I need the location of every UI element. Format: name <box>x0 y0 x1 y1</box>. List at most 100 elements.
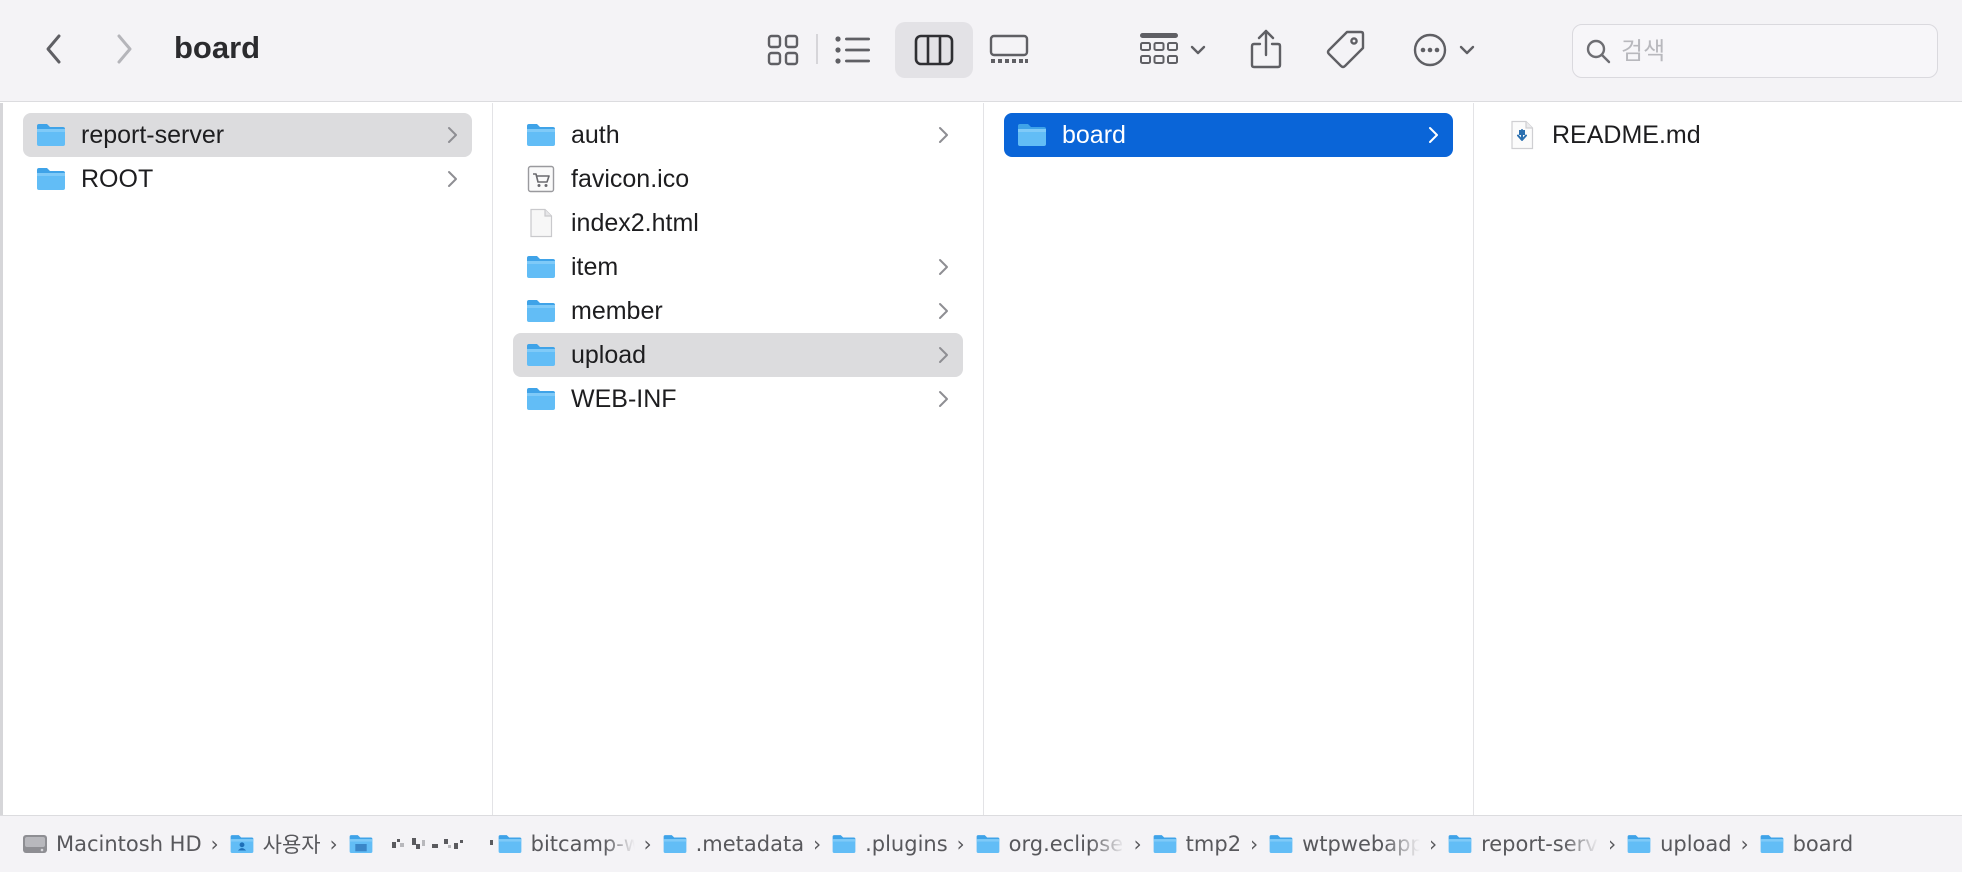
path-item-tmp2[interactable]: tmp2 › <box>1152 832 1268 856</box>
folder-icon <box>975 833 1001 855</box>
chevron-down-icon <box>1459 45 1475 55</box>
column-browser: report-server ROOT auth favicon.ico inde… <box>0 103 1962 815</box>
list-item-favicon[interactable]: favicon.ico <box>513 157 963 201</box>
folder-icon <box>1759 833 1785 855</box>
folder-icon <box>1447 833 1473 855</box>
folder-icon <box>1016 121 1048 149</box>
folder-icon <box>1152 833 1178 855</box>
tag-icon <box>1326 30 1365 69</box>
list-view-button[interactable] <box>822 22 884 78</box>
home-folder-icon <box>348 833 374 855</box>
search-input[interactable] <box>1621 37 1911 65</box>
grid-icon <box>767 34 799 66</box>
group-button[interactable] <box>1130 22 1216 78</box>
gallery-icon <box>989 34 1029 63</box>
path-item-home-redacted[interactable] <box>348 833 497 855</box>
group-grid-icon <box>1140 33 1178 64</box>
document-icon <box>525 208 557 238</box>
chevron-right-icon <box>937 124 951 146</box>
list-item-item[interactable]: item <box>513 245 963 289</box>
folder-icon <box>497 833 523 855</box>
path-bar: Macintosh HD › 사용자 › bitcamp-w › .metada… <box>0 815 1962 872</box>
image-file-icon <box>525 165 557 193</box>
back-button[interactable] <box>30 24 78 74</box>
share-button[interactable] <box>1240 20 1292 78</box>
item-label: item <box>571 252 619 281</box>
search-field[interactable] <box>1572 24 1938 78</box>
path-separator-icon: › <box>1608 832 1617 856</box>
chevron-right-icon <box>937 256 951 278</box>
item-label: WEB-INF <box>571 384 677 413</box>
folder-icon <box>525 385 557 413</box>
path-item-metadata[interactable]: .metadata › <box>662 832 831 856</box>
folder-icon <box>1626 833 1652 855</box>
folder-icon <box>35 165 67 193</box>
folder-icon <box>35 121 67 149</box>
item-label: member <box>571 296 663 325</box>
chevron-left-icon <box>46 34 61 64</box>
item-label: favicon.ico <box>571 164 690 193</box>
path-item-users[interactable]: 사용자 › <box>229 829 348 859</box>
folder-icon <box>525 121 557 149</box>
list-item-board[interactable]: board <box>1004 113 1453 157</box>
window-title: board <box>174 30 261 65</box>
icon-view-button[interactable] <box>752 22 814 78</box>
list-item-upload[interactable]: upload <box>513 333 963 377</box>
folder-icon <box>525 341 557 369</box>
chevron-right-icon <box>937 300 951 322</box>
path-item-plugins[interactable]: .plugins › <box>831 832 975 856</box>
column-1[interactable]: report-server ROOT <box>0 103 493 815</box>
column-4[interactable]: README.md <box>1474 103 1962 815</box>
list-item-auth[interactable]: auth <box>513 113 963 157</box>
chevron-right-icon <box>1427 124 1441 146</box>
chevron-right-icon <box>937 344 951 366</box>
share-icon <box>1250 29 1282 69</box>
path-item-upload[interactable]: upload › <box>1626 832 1759 856</box>
item-label: auth <box>571 120 620 149</box>
folder-icon <box>831 833 857 855</box>
path-item-bitcamp[interactable]: bitcamp-w › <box>497 832 662 856</box>
chevron-right-icon <box>937 388 951 410</box>
item-label: README.md <box>1552 120 1701 149</box>
folder-icon <box>525 297 557 325</box>
ellipsis-circle-icon <box>1413 33 1447 67</box>
path-separator-icon: › <box>1740 832 1749 856</box>
gallery-view-button[interactable] <box>978 22 1040 78</box>
path-item-report-server[interactable]: report-serv › <box>1447 832 1626 856</box>
markdown-file-icon <box>1506 120 1538 150</box>
path-separator-icon: › <box>956 832 965 856</box>
disk-icon <box>22 833 48 855</box>
path-separator-icon: › <box>643 832 652 856</box>
list-item-readme[interactable]: README.md <box>1494 113 1942 157</box>
item-label: upload <box>571 340 647 369</box>
list-item-index2-html[interactable]: index2.html <box>513 201 963 245</box>
path-separator-icon: › <box>210 832 219 856</box>
item-label: board <box>1062 120 1126 149</box>
column-view-button[interactable] <box>895 22 973 78</box>
toolbar-divider <box>816 34 818 64</box>
path-item-wtpwebapps[interactable]: wtpwebapp › <box>1268 832 1447 856</box>
column-2[interactable]: auth favicon.ico index2.html item member… <box>493 103 984 815</box>
list-item-member[interactable]: member <box>513 289 963 333</box>
chevron-right-icon <box>446 124 460 146</box>
path-separator-icon: › <box>1250 832 1259 856</box>
tag-button[interactable] <box>1318 20 1374 78</box>
columns-icon <box>914 34 954 66</box>
more-actions-button[interactable] <box>1404 22 1484 78</box>
forward-button[interactable] <box>100 24 148 74</box>
path-separator-icon: › <box>1133 832 1142 856</box>
list-item-report-server[interactable]: report-server <box>23 113 472 157</box>
chevron-right-icon <box>117 34 132 64</box>
chevron-right-icon <box>446 168 460 190</box>
path-item-org-eclipse[interactable]: org.eclipse › <box>975 832 1152 856</box>
list-item-root[interactable]: ROOT <box>23 157 472 201</box>
toolbar: board <box>0 0 1962 102</box>
path-item-macintosh-hd[interactable]: Macintosh HD › <box>22 832 229 856</box>
list-icon <box>835 36 870 64</box>
path-separator-icon: › <box>1429 832 1438 856</box>
path-item-board[interactable]: board <box>1759 832 1853 856</box>
folder-icon <box>1268 833 1294 855</box>
list-item-web-inf[interactable]: WEB-INF <box>513 377 963 421</box>
column-3[interactable]: board <box>984 103 1474 815</box>
folder-icon <box>525 253 557 281</box>
